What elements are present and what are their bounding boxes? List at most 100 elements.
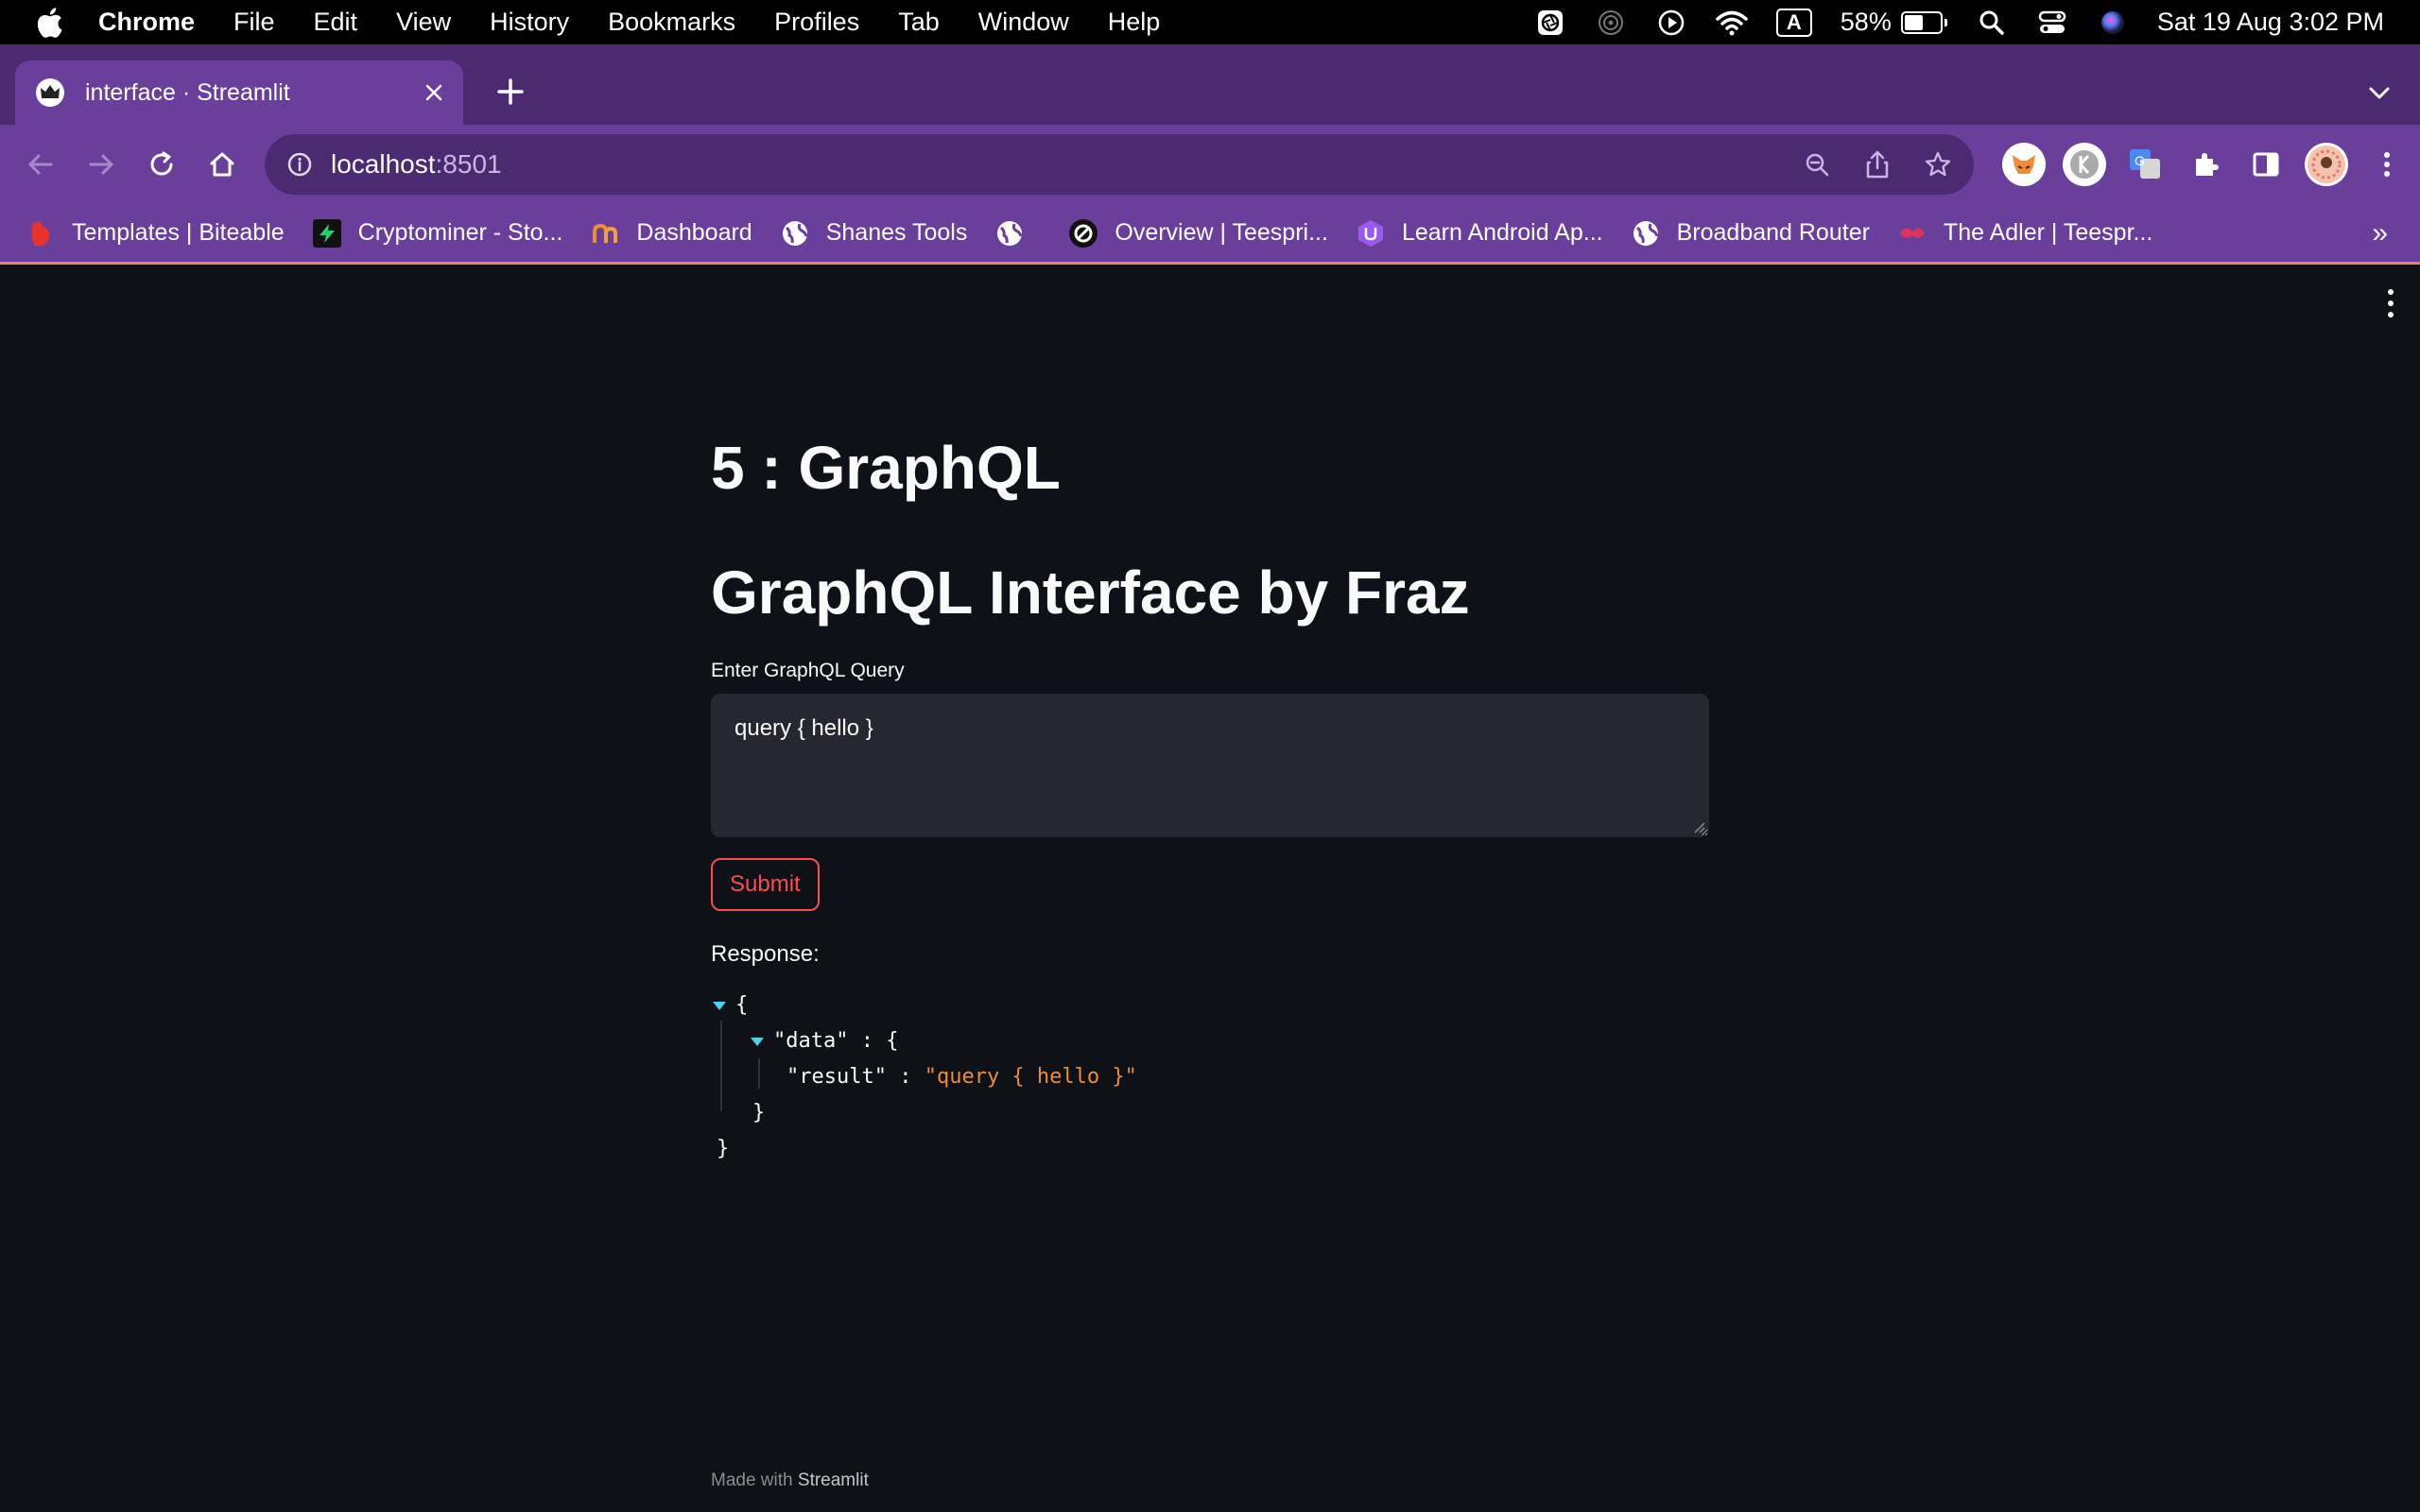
- chrome-menu-kebab-icon[interactable]: [2365, 143, 2409, 186]
- share-icon[interactable]: [1858, 146, 1896, 183]
- bookmark-label: Shanes Tools: [825, 219, 968, 246]
- siri-icon[interactable]: [2097, 9, 2129, 37]
- streamlit-crown-icon: [36, 78, 64, 107]
- menu-history[interactable]: History: [490, 8, 569, 37]
- query-input-label: Enter GraphQL Query: [711, 660, 905, 681]
- menu-tab[interactable]: Tab: [898, 8, 940, 37]
- menu-profiles[interactable]: Profiles: [774, 8, 859, 37]
- textarea-resize-grip-icon[interactable]: [1690, 818, 1705, 833]
- back-arrow-icon[interactable]: [17, 141, 64, 188]
- url-port: :8501: [435, 149, 502, 179]
- bookmark-label: Learn Android Ap...: [1401, 219, 1603, 246]
- bookmark-item[interactable]: Broadband Router: [1632, 219, 1870, 248]
- tab-close-icon[interactable]: [420, 78, 448, 107]
- collapse-caret-icon[interactable]: [751, 1038, 764, 1046]
- extensions-area: G: [1985, 125, 2409, 204]
- battery-level-fill: [1904, 14, 1923, 30]
- bookmark-item[interactable]: Shanes Tools: [781, 219, 968, 248]
- graphql-query-textarea[interactable]: [711, 694, 1709, 837]
- biteable-icon: [26, 219, 55, 248]
- adler-icon: [1898, 219, 1927, 248]
- bookmark-item[interactable]: Dashboard: [591, 219, 752, 248]
- globe-icon: [995, 219, 1024, 248]
- menu-bookmarks[interactable]: Bookmarks: [608, 8, 735, 37]
- bookmarks-bar: Templates | Biteable Cryptominer - Sto..…: [0, 204, 2420, 265]
- globe-icon: [781, 219, 809, 248]
- menu-bar-clock[interactable]: Sat 19 Aug 3:02 PM: [2157, 8, 2384, 37]
- bookmark-item[interactable]: Overview | Teespri...: [1069, 218, 1328, 248]
- wifi-icon[interactable]: [1716, 9, 1748, 37]
- browser-toolbar: localhost:8501 G: [0, 125, 2420, 204]
- google-translate-icon[interactable]: G: [2123, 143, 2167, 186]
- streamlit-main-menu-icon[interactable]: [2386, 289, 2395, 318]
- aperture-icon[interactable]: [1534, 9, 1566, 37]
- json-key: "result": [786, 1065, 887, 1089]
- svg-text:G: G: [2135, 153, 2145, 168]
- bookmark-item[interactable]: Cryptominer - Sto...: [312, 218, 563, 248]
- json-close-brace: }: [752, 1101, 766, 1125]
- profile-avatar[interactable]: [2305, 143, 2348, 186]
- bookmark-item[interactable]: Learn Android Ap...: [1357, 219, 1603, 248]
- kaspersky-k-icon[interactable]: [2063, 143, 2106, 186]
- bookmark-item[interactable]: Templates | Biteable: [26, 219, 285, 248]
- teespring-icon: [1069, 218, 1098, 248]
- streamlit-app: 5 : GraphQL GraphQL Interface by Fraz En…: [0, 265, 2420, 1512]
- cryptominer-icon: [312, 218, 341, 248]
- page-title: 5 : GraphQL: [711, 434, 1061, 502]
- browser-tab-active[interactable]: interface · Streamlit: [15, 60, 463, 125]
- json-open-brace: {: [735, 993, 749, 1017]
- home-icon[interactable]: [199, 141, 246, 188]
- browser-tab-strip: interface · Streamlit: [0, 44, 2420, 125]
- menu-app-chrome[interactable]: Chrome: [98, 8, 195, 37]
- menu-edit[interactable]: Edit: [314, 8, 358, 37]
- address-url: localhost:8501: [331, 149, 502, 180]
- new-tab-plus-icon[interactable]: [492, 73, 529, 111]
- bookmark-label: Broadband Router: [1676, 219, 1870, 246]
- battery-indicator[interactable]: 58%: [1841, 8, 1947, 37]
- site-info-icon[interactable]: [285, 150, 314, 179]
- bookmarks-overflow-chevron[interactable]: »: [2372, 217, 2388, 249]
- page-subtitle: GraphQL Interface by Fraz: [711, 558, 1470, 627]
- battery-icon: [1900, 10, 1943, 34]
- collapse-caret-icon[interactable]: [713, 1002, 726, 1010]
- airdrop-icon[interactable]: [1595, 9, 1627, 37]
- streamlit-footer: Made with Streamlit: [711, 1470, 869, 1491]
- bookmark-item[interactable]: The Adler | Teespr...: [1898, 219, 2152, 248]
- response-label: Response:: [711, 941, 820, 967]
- json-data-line: "data" : {: [773, 1026, 898, 1057]
- macos-menu-bar: Chrome File Edit View History Bookmarks …: [0, 0, 2420, 44]
- keyboard-input-indicator[interactable]: A: [1775, 8, 1812, 37]
- reload-icon[interactable]: [138, 141, 185, 188]
- json-open-brace: {: [886, 1029, 899, 1053]
- menu-window[interactable]: Window: [978, 8, 1069, 37]
- forward-arrow-icon[interactable]: [78, 141, 125, 188]
- spotlight-search-icon[interactable]: [1976, 9, 2008, 37]
- dashboard-icon: [591, 219, 619, 248]
- apple-logo-icon[interactable]: [36, 7, 64, 39]
- menu-help[interactable]: Help: [1108, 8, 1161, 37]
- side-panel-icon[interactable]: [2244, 143, 2288, 186]
- udacity-icon: [1357, 219, 1385, 248]
- zoom-icon[interactable]: [1798, 146, 1836, 183]
- json-key: "data": [773, 1029, 849, 1053]
- bookmark-item[interactable]: [995, 219, 1041, 248]
- json-result-line: "result" : "query { hello }": [786, 1062, 1137, 1092]
- tab-search-chevron-down-icon[interactable]: [2365, 78, 2394, 107]
- address-bar[interactable]: localhost:8501: [265, 134, 1974, 195]
- footer-streamlit-link[interactable]: Streamlit: [798, 1470, 869, 1490]
- control-center-icon[interactable]: [2036, 9, 2068, 37]
- play-icon[interactable]: [1655, 9, 1687, 37]
- bookmark-star-icon[interactable]: [1919, 146, 1957, 183]
- bookmark-label: The Adler | Teespr...: [1943, 219, 2153, 246]
- menu-view[interactable]: View: [396, 8, 451, 37]
- json-close-brace: }: [717, 1137, 730, 1160]
- menu-bar-status-area: A 58% Sat 19 Aug 3:02 PM: [1506, 0, 2384, 44]
- metamask-fox-icon[interactable]: [2002, 143, 2046, 186]
- menu-file[interactable]: File: [233, 8, 275, 37]
- tab-title: interface · Streamlit: [85, 78, 290, 106]
- submit-button[interactable]: Submit: [711, 858, 820, 911]
- bookmark-label: Overview | Teespri...: [1115, 219, 1328, 246]
- bookmark-label: Templates | Biteable: [72, 219, 285, 246]
- extensions-puzzle-icon[interactable]: [2184, 143, 2227, 186]
- bookmark-label: Cryptominer - Sto...: [357, 219, 563, 246]
